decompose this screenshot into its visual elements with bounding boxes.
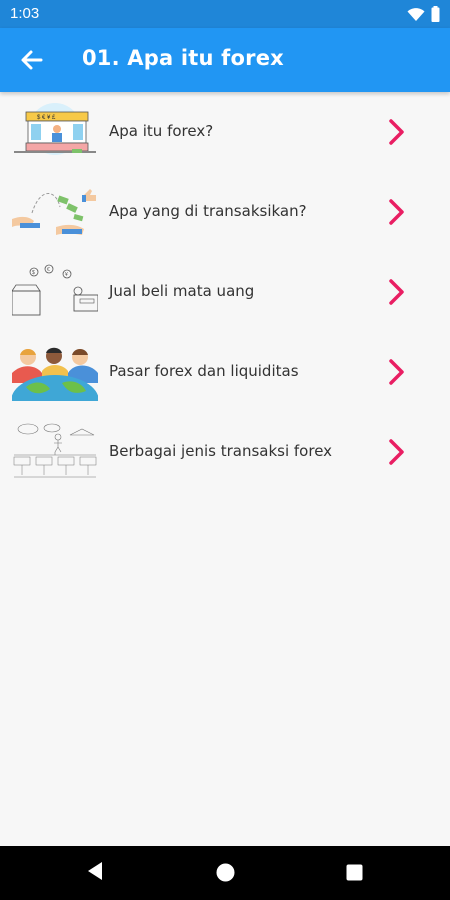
svg-text:$ € ¥ £: $ € ¥ £	[37, 115, 56, 121]
app-bar: 01. Apa itu forex	[0, 28, 450, 92]
status-time: 1:03	[10, 5, 40, 22]
chevron-right-icon	[389, 439, 404, 465]
svg-text:€: €	[47, 267, 50, 273]
list-item-apa-yang-di-transaksikan[interactable]: Apa yang di transaksikan?	[0, 172, 450, 252]
list-item-label: Berbagai jenis transaksi forex	[109, 442, 333, 460]
status-bar: 1:03	[0, 0, 450, 28]
list-item-label: Pasar forex dan liquiditas	[109, 362, 299, 380]
money-transfer-illustration	[12, 183, 98, 241]
coins-and-wallets-sketch: $ € ¥	[12, 263, 98, 321]
home-circle-icon[interactable]	[216, 863, 235, 882]
people-around-globe-illustration	[12, 343, 98, 401]
list-item-label: Apa yang di transaksikan?	[109, 202, 307, 220]
system-nav-bar	[0, 846, 450, 900]
lesson-list: $ € ¥ £ Apa itu forex? Apa yang di trans…	[0, 92, 450, 492]
currency-exchange-booth-illustration: $ € ¥ £	[12, 103, 98, 161]
list-item-label: Apa itu forex?	[109, 122, 214, 140]
chevron-right-icon	[389, 199, 404, 225]
back-triangle-icon[interactable]	[86, 860, 104, 882]
svg-text:¥: ¥	[65, 272, 68, 278]
list-item-label: Jual beli mata uang	[109, 282, 255, 300]
svg-text:$: $	[32, 270, 35, 276]
list-item-pasar-forex-dan-liquiditas[interactable]: Pasar forex dan liquiditas	[0, 332, 450, 412]
recents-square-icon[interactable]	[346, 864, 363, 881]
list-item-apa-itu-forex[interactable]: $ € ¥ £ Apa itu forex?	[0, 92, 450, 172]
page-title: 01. Apa itu forex	[82, 46, 284, 70]
chevron-right-icon	[389, 359, 404, 385]
chevron-right-icon	[389, 119, 404, 145]
battery-icon	[431, 6, 440, 22]
list-item-jual-beli-mata-uang[interactable]: $ € ¥ Jual beli mata uang	[0, 252, 450, 332]
back-button[interactable]	[16, 46, 48, 74]
status-icons	[407, 6, 440, 22]
transaction-types-sketch	[12, 423, 98, 481]
chevron-right-icon	[389, 279, 404, 305]
list-item-berbagai-jenis-transaksi-forex[interactable]: Berbagai jenis transaksi forex	[0, 412, 450, 492]
wifi-icon	[407, 7, 425, 21]
arrow-back-icon	[21, 50, 43, 70]
